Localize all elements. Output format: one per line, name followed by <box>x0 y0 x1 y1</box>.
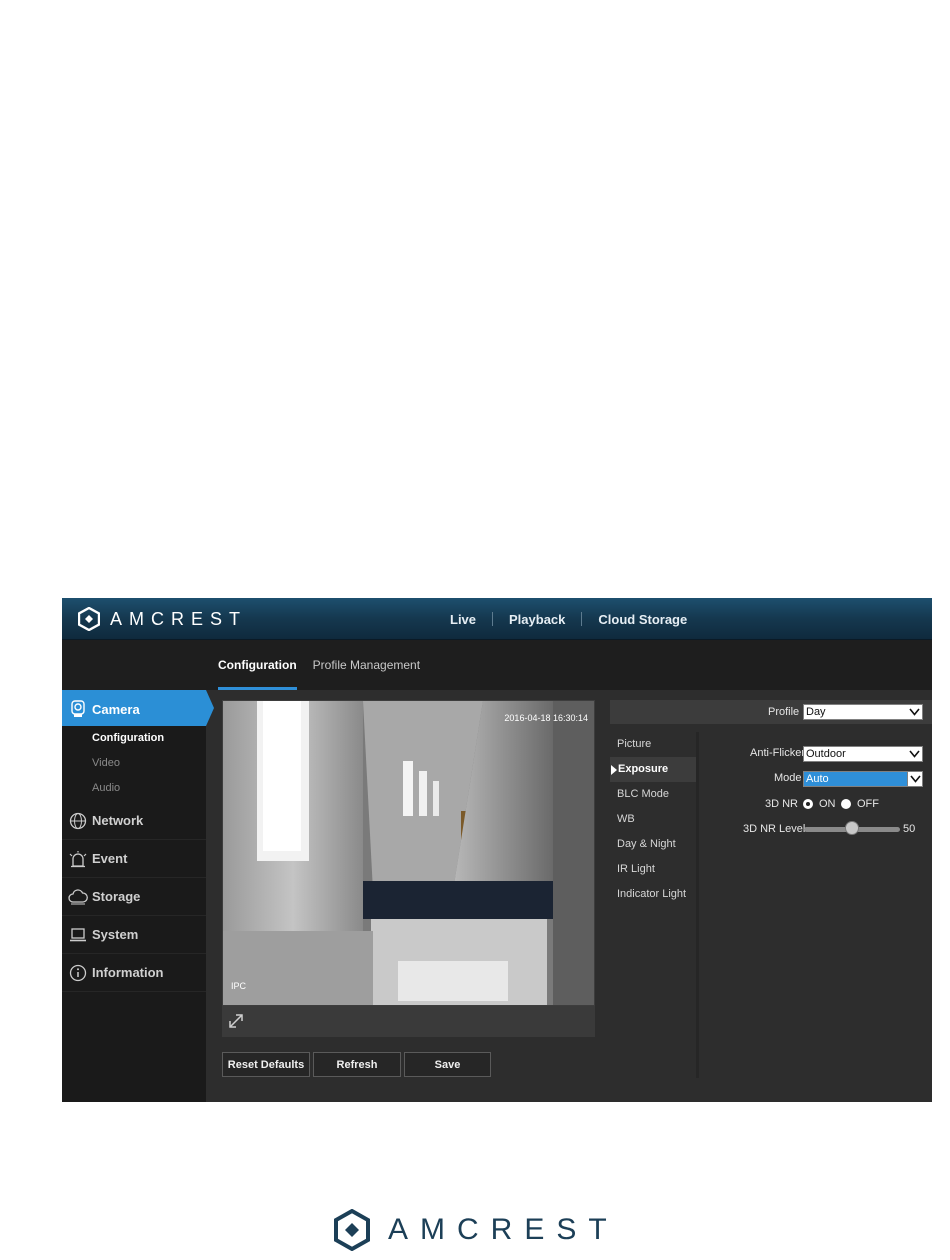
nr3d-level-slider-handle[interactable] <box>845 821 859 835</box>
nr3d-off-label: OFF <box>857 798 879 810</box>
sub-tabs: Configuration Profile Management <box>218 640 436 690</box>
save-button[interactable]: Save <box>404 1052 491 1077</box>
sidebar: Camera Configuration Video Audio Network… <box>62 690 214 1102</box>
sidebar-item-system[interactable]: System <box>62 916 206 954</box>
sidebar-item-label: System <box>92 927 139 942</box>
menu-picture[interactable]: Picture <box>610 732 696 757</box>
nr3d-off-radio[interactable] <box>841 799 851 809</box>
chevron-down-icon <box>907 772 922 786</box>
network-globe-icon <box>68 811 88 831</box>
sidebar-item-label: Information <box>92 965 164 980</box>
cloud-icon <box>68 887 88 907</box>
refresh-button[interactable]: Refresh <box>313 1052 401 1077</box>
footer-amcrest-logo: AMCREST <box>334 1208 619 1252</box>
sidebar-item-event[interactable]: Event <box>62 840 206 878</box>
nr3d-on-label: ON <box>819 798 836 810</box>
alarm-icon <box>68 849 88 869</box>
nr3d-level-value: 50 <box>903 823 916 835</box>
amcrest-logo-icon <box>78 607 100 631</box>
reset-defaults-button[interactable]: Reset Defaults <box>222 1052 310 1077</box>
brand-name: AMCREST <box>110 608 248 629</box>
sidebar-sub-audio[interactable]: Audio <box>92 782 120 794</box>
sidebar-item-label: Event <box>92 851 128 866</box>
menu-blc-mode[interactable]: BLC Mode <box>610 782 696 807</box>
fullscreen-icon[interactable] <box>226 1011 246 1031</box>
live-video-preview[interactable]: 2016-04-18 16:30:14 IPC <box>222 700 595 1006</box>
nav-cloud-storage[interactable]: Cloud Storage <box>582 612 703 627</box>
sidebar-item-camera[interactable]: Camera <box>62 690 206 728</box>
camera-scene-image <box>223 701 594 1005</box>
amcrest-logo: AMCREST <box>78 607 247 631</box>
preview-control-bar <box>222 1006 595 1037</box>
tab-profile-management[interactable]: Profile Management <box>313 640 420 690</box>
amcrest-logo-icon <box>334 1209 370 1251</box>
laptop-icon <box>68 925 88 945</box>
sidebar-sub-configuration[interactable]: Configuration <box>92 732 164 744</box>
profile-select[interactable]: Day <box>803 704 923 720</box>
menu-indicator-light[interactable]: Indicator Light <box>610 882 696 907</box>
camera-icon <box>68 699 88 719</box>
anti-flicker-value: Outdoor <box>806 748 846 760</box>
nav-live[interactable]: Live <box>434 612 492 627</box>
menu-day-night[interactable]: Day & Night <box>610 832 696 857</box>
sidebar-item-information[interactable]: Information <box>62 954 206 992</box>
info-icon <box>68 963 88 983</box>
mode-label: Mode <box>774 772 802 784</box>
menu-ir-light[interactable]: IR Light <box>610 857 696 882</box>
sidebar-item-storage[interactable]: Storage <box>62 878 206 916</box>
caret-right-icon <box>611 765 617 775</box>
osd-channel-name: IPC <box>231 981 247 991</box>
sub-tab-bar: Configuration Profile Management <box>62 640 932 690</box>
sidebar-item-label: Camera <box>92 701 140 717</box>
panel-divider <box>696 732 699 1078</box>
nr3d-label: 3D NR <box>765 798 799 810</box>
sidebar-item-label: Storage <box>92 889 141 904</box>
anti-flicker-label: Anti-Flicker <box>750 747 806 759</box>
mode-value: Auto <box>806 773 829 785</box>
menu-wb[interactable]: WB <box>610 807 696 832</box>
nav-playback[interactable]: Playback <box>493 612 581 627</box>
sidebar-sub-video[interactable]: Video <box>92 757 120 769</box>
mode-select[interactable]: Auto <box>803 771 923 787</box>
top-navigation-bar: AMCREST Live Playback Cloud Storage <box>62 598 932 640</box>
chevron-down-icon <box>907 705 922 719</box>
osd-timestamp: 2016-04-18 16:30:14 <box>504 713 588 723</box>
chevron-down-icon <box>907 747 922 761</box>
footer-brand-name: AMCREST <box>388 1213 619 1246</box>
nr3d-level-label: 3D NR Level <box>743 823 806 835</box>
nr3d-on-radio[interactable] <box>803 799 813 809</box>
camera-web-ui: AMCREST Live Playback Cloud Storage Conf… <box>62 598 932 1102</box>
sidebar-item-network[interactable]: Network <box>62 802 206 840</box>
menu-exposure[interactable]: Exposure <box>610 757 696 782</box>
menu-exposure-label: Exposure <box>618 763 669 775</box>
main-nav: Live Playback Cloud Storage <box>434 598 703 640</box>
anti-flicker-select[interactable]: Outdoor <box>803 746 923 762</box>
profile-select-value: Day <box>806 706 826 718</box>
sidebar-item-label: Network <box>92 813 144 828</box>
profile-label: Profile <box>768 706 800 718</box>
tab-configuration[interactable]: Configuration <box>218 640 297 690</box>
